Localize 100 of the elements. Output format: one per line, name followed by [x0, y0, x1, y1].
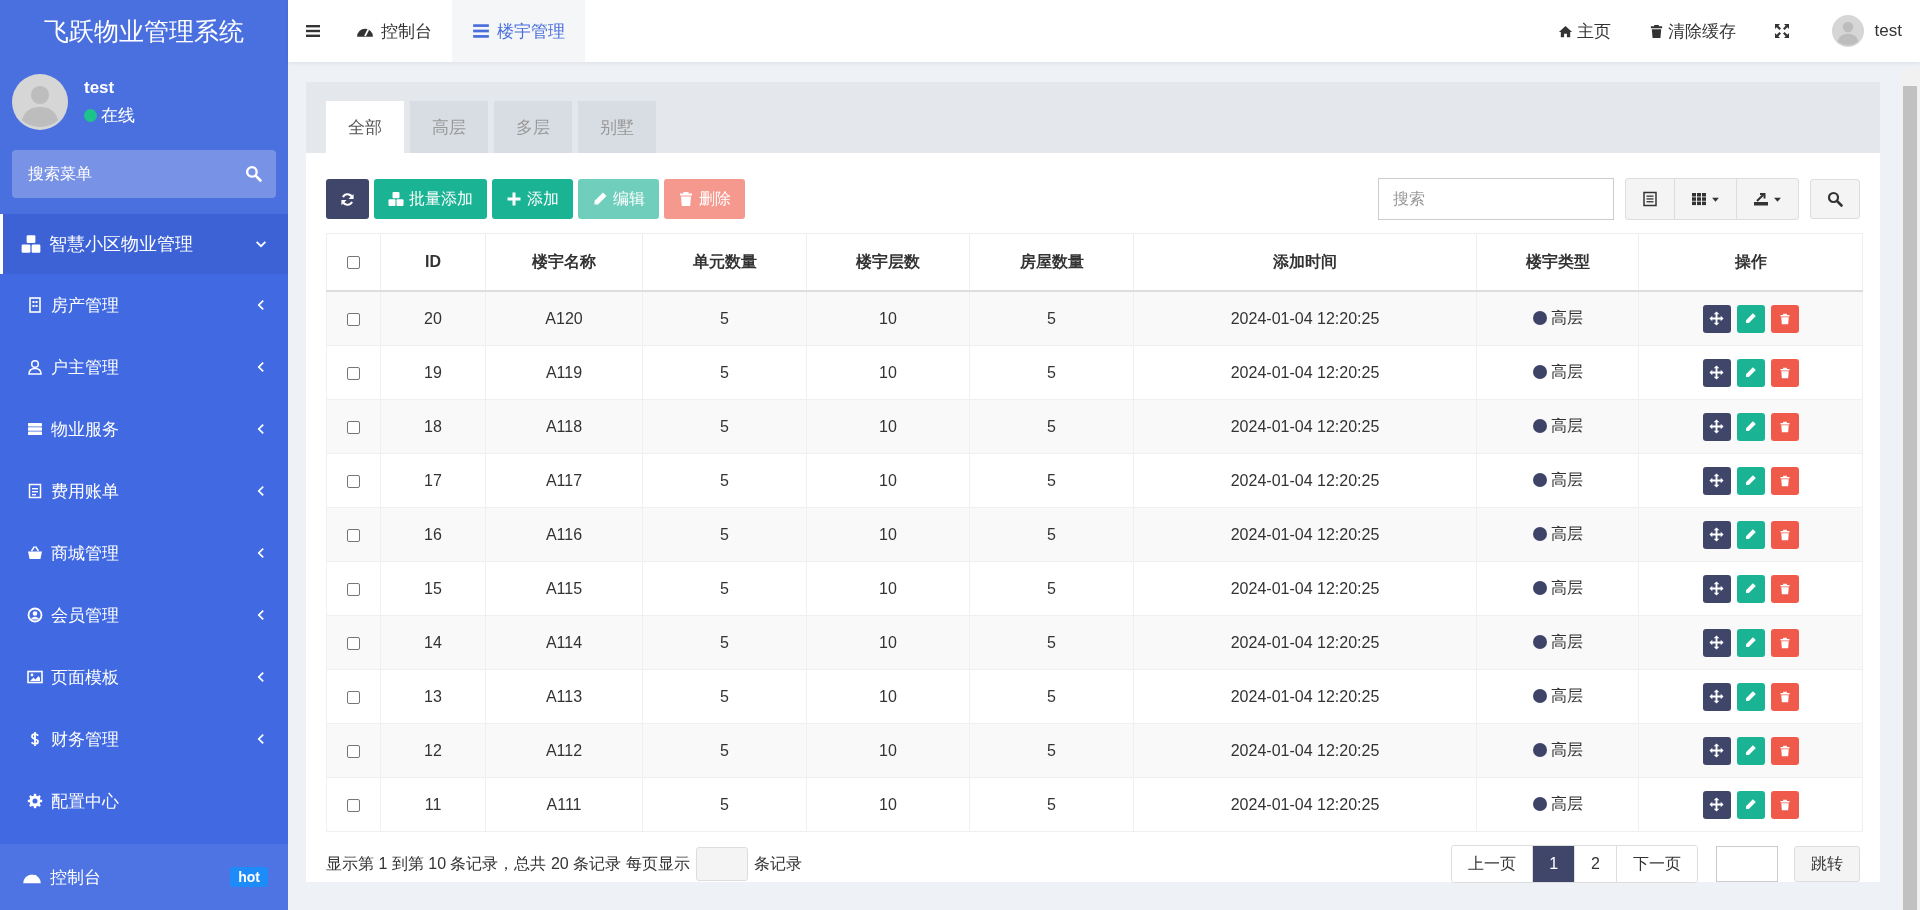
move-button[interactable] [1702, 466, 1731, 495]
menu-item[interactable]: 控制台 hot [0, 844, 288, 910]
table-cell: A111 [485, 777, 643, 832]
edit-button[interactable] [1736, 628, 1765, 657]
edit-button[interactable] [1736, 466, 1765, 495]
filter-tab[interactable]: 全部 [326, 101, 404, 153]
move-button[interactable] [1702, 358, 1731, 387]
table-cell: 5 [969, 669, 1134, 724]
type-dot [1532, 743, 1547, 758]
trash-icon [1778, 582, 1791, 595]
move-button[interactable] [1702, 412, 1731, 441]
menu-item[interactable]: 配置中心 [0, 770, 288, 832]
move-button[interactable] [1702, 304, 1731, 333]
delete-button[interactable] [1770, 790, 1799, 819]
trash-icon [1648, 23, 1664, 39]
pencil-icon [1744, 312, 1757, 325]
page-button[interactable]: 下一页 [1616, 846, 1697, 882]
checkbox[interactable] [347, 420, 360, 434]
checkbox[interactable] [347, 798, 360, 812]
checkbox[interactable] [347, 636, 360, 650]
move-button[interactable] [1702, 682, 1731, 711]
menu-item[interactable]: 房产管理 [0, 274, 288, 336]
delete-button[interactable] [1770, 466, 1799, 495]
page-button[interactable]: 1 [1532, 846, 1575, 882]
edit-button[interactable] [1736, 304, 1765, 333]
menu-item[interactable]: 费用账单 [0, 460, 288, 522]
nav-tab[interactable]: 控制台 [336, 0, 452, 62]
delete-button[interactable] [1770, 682, 1799, 711]
edit-button[interactable] [1736, 412, 1765, 441]
checkbox[interactable] [347, 366, 360, 380]
menu-item[interactable]: 智慧小区物业管理 [0, 214, 288, 274]
menu-item[interactable]: 户主管理 [0, 336, 288, 398]
page-size-field[interactable] [695, 847, 748, 881]
refresh-button[interactable] [326, 179, 369, 219]
gear-icon [27, 793, 43, 809]
edit-button[interactable] [1736, 790, 1765, 819]
building-icon [27, 297, 43, 313]
delete-button[interactable] [1770, 358, 1799, 387]
checkbox[interactable] [347, 690, 360, 704]
table-cell-text: 高层 [1550, 739, 1583, 760]
trash-icon [1778, 312, 1791, 325]
menu-item[interactable]: 商城管理 [0, 522, 288, 584]
scrollbar[interactable] [1900, 68, 1920, 910]
table-cell: 20 [380, 291, 486, 346]
table-cell: 5 [642, 615, 807, 670]
table-cell-text: 高层 [1550, 469, 1583, 490]
page-jump-field[interactable] [1716, 846, 1778, 882]
batch-add-button[interactable]: 批量添加 [374, 179, 487, 219]
checkbox[interactable] [347, 256, 360, 270]
add-button[interactable]: 添加 [492, 179, 573, 219]
pencil-icon [1744, 582, 1757, 595]
checkbox[interactable] [347, 312, 360, 326]
checkbox[interactable] [347, 744, 360, 758]
edit-button[interactable] [1736, 574, 1765, 603]
checkbox[interactable] [347, 582, 360, 596]
menu-item[interactable]: 财务管理 [0, 708, 288, 770]
hot-badge: hot [230, 867, 268, 887]
header-link[interactable]: 主页 [1538, 0, 1630, 62]
edit-button[interactable] [1736, 682, 1765, 711]
move-button[interactable] [1702, 520, 1731, 549]
checkbox[interactable] [347, 474, 360, 488]
nav-tab[interactable]: 楼宇管理 [452, 0, 585, 62]
edit-button[interactable] [1736, 358, 1765, 387]
delete-button[interactable] [1770, 304, 1799, 333]
user-circle-icon [27, 607, 43, 623]
menu-search-field[interactable]: 搜索菜单 [12, 150, 276, 198]
delete-button[interactable] [1770, 520, 1799, 549]
menu-item[interactable]: 页面模板 [0, 646, 288, 708]
move-icon [1709, 419, 1724, 434]
search-field[interactable]: 搜索 [1378, 178, 1614, 220]
menu-item[interactable]: 会员管理 [0, 584, 288, 646]
edit-button[interactable] [1736, 520, 1765, 549]
menu-item[interactable]: 物业服务 [0, 398, 288, 460]
delete-button[interactable] [1770, 574, 1799, 603]
move-button[interactable] [1702, 628, 1731, 657]
page-summary-suffix: 条记录 [753, 853, 802, 874]
edit-button[interactable] [1736, 736, 1765, 765]
move-button[interactable] [1702, 790, 1731, 819]
pencil-icon [1744, 690, 1757, 703]
delete-button[interactable] [1770, 736, 1799, 765]
delete-button[interactable] [1770, 412, 1799, 441]
user-menu[interactable]: test [1808, 0, 1920, 62]
checkbox[interactable] [347, 528, 360, 542]
user-name: test [84, 77, 116, 98]
trash-icon [1778, 744, 1791, 757]
table-cell-text: 高层 [1550, 631, 1583, 652]
pencil-icon [1744, 636, 1757, 649]
trash-icon [1778, 420, 1791, 433]
delete-button[interactable] [1770, 628, 1799, 657]
table-cell: A113 [485, 669, 643, 724]
jump-button[interactable]: 跳转 [1794, 846, 1860, 882]
table-cell: 15 [380, 561, 486, 616]
export-icon [1753, 191, 1769, 207]
table-cell: 5 [969, 453, 1134, 508]
search-button[interactable] [1810, 179, 1860, 219]
table-cell: 5 [969, 777, 1134, 832]
header-link[interactable]: 清除缓存 [1629, 0, 1755, 62]
move-button[interactable] [1702, 574, 1731, 603]
move-button[interactable] [1702, 736, 1731, 765]
table-cell-text: 高层 [1550, 415, 1583, 436]
